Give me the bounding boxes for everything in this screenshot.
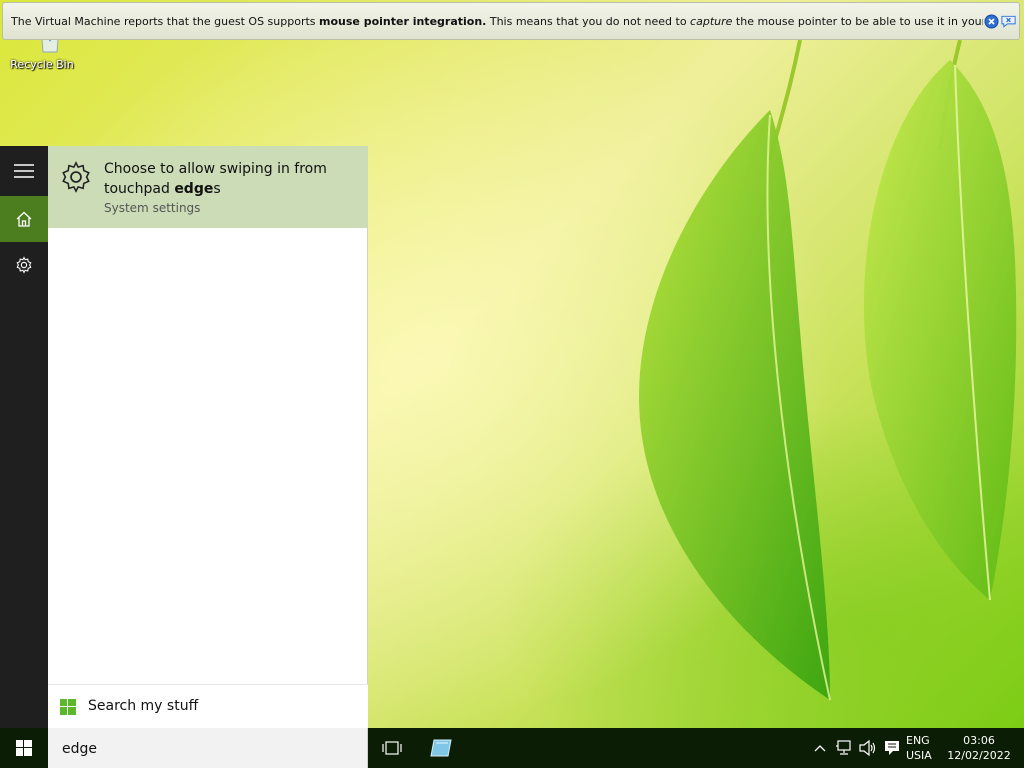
task-view-button[interactable] [376, 728, 408, 768]
start-menu-rail [0, 146, 48, 728]
keyboard-layout: USIA [906, 749, 932, 762]
network-button[interactable] [834, 728, 854, 768]
volume-button[interactable] [858, 728, 878, 768]
start-button[interactable] [0, 728, 48, 768]
home-icon [16, 211, 32, 227]
close-notice-icon[interactable] [983, 13, 999, 29]
search-result-swipe-edges[interactable]: Choose to allow swiping in from touchpad… [48, 146, 368, 228]
show-hidden-icons-button[interactable] [812, 728, 828, 768]
app-window-icon [430, 739, 452, 757]
clock-date: 12/02/2022 [947, 749, 1011, 762]
notification-icon [885, 741, 899, 755]
result-category: System settings [104, 201, 201, 215]
language-code: ENG [906, 734, 930, 747]
recycle-bin-label: Recycle Bin [10, 58, 74, 71]
search-my-stuff-label: Search my stuff [88, 698, 199, 714]
expand-menu-button[interactable] [0, 148, 48, 194]
vm-mouse-integration-notice: The Virtual Machine reports that the gue… [2, 2, 1020, 40]
hamburger-icon [14, 164, 34, 178]
windows-logo-icon [16, 740, 32, 756]
task-view-icon [382, 741, 402, 755]
search-input[interactable] [60, 736, 354, 762]
clock-time: 03:06 [963, 734, 995, 747]
gear-icon [62, 161, 90, 193]
search-my-stuff-button[interactable]: Search my stuff [48, 684, 368, 728]
settings-button[interactable] [0, 242, 48, 288]
search-results-panel: Choose to allow swiping in from touchpad… [48, 146, 368, 728]
input-language-indicator[interactable]: ENG USIA [906, 733, 932, 763]
taskbar-app-button[interactable] [424, 728, 458, 768]
do-not-show-again-icon[interactable] [1001, 13, 1017, 29]
clock[interactable]: 03:06 12/02/2022 [946, 733, 1012, 763]
vm-notice-message: The Virtual Machine reports that the gue… [11, 14, 983, 28]
chevron-up-icon [814, 745, 826, 752]
taskbar-search-box[interactable] [48, 728, 368, 768]
windows-logo-icon [60, 699, 76, 715]
network-icon [836, 740, 851, 755]
result-title: Choose to allow swiping in from touchpad… [104, 161, 327, 197]
gear-icon [16, 256, 32, 274]
taskbar: ENG USIA 03:06 12/02/2022 [0, 728, 1024, 768]
action-center-button[interactable] [882, 728, 902, 768]
speaker-icon [859, 740, 876, 756]
home-button[interactable] [0, 196, 48, 242]
